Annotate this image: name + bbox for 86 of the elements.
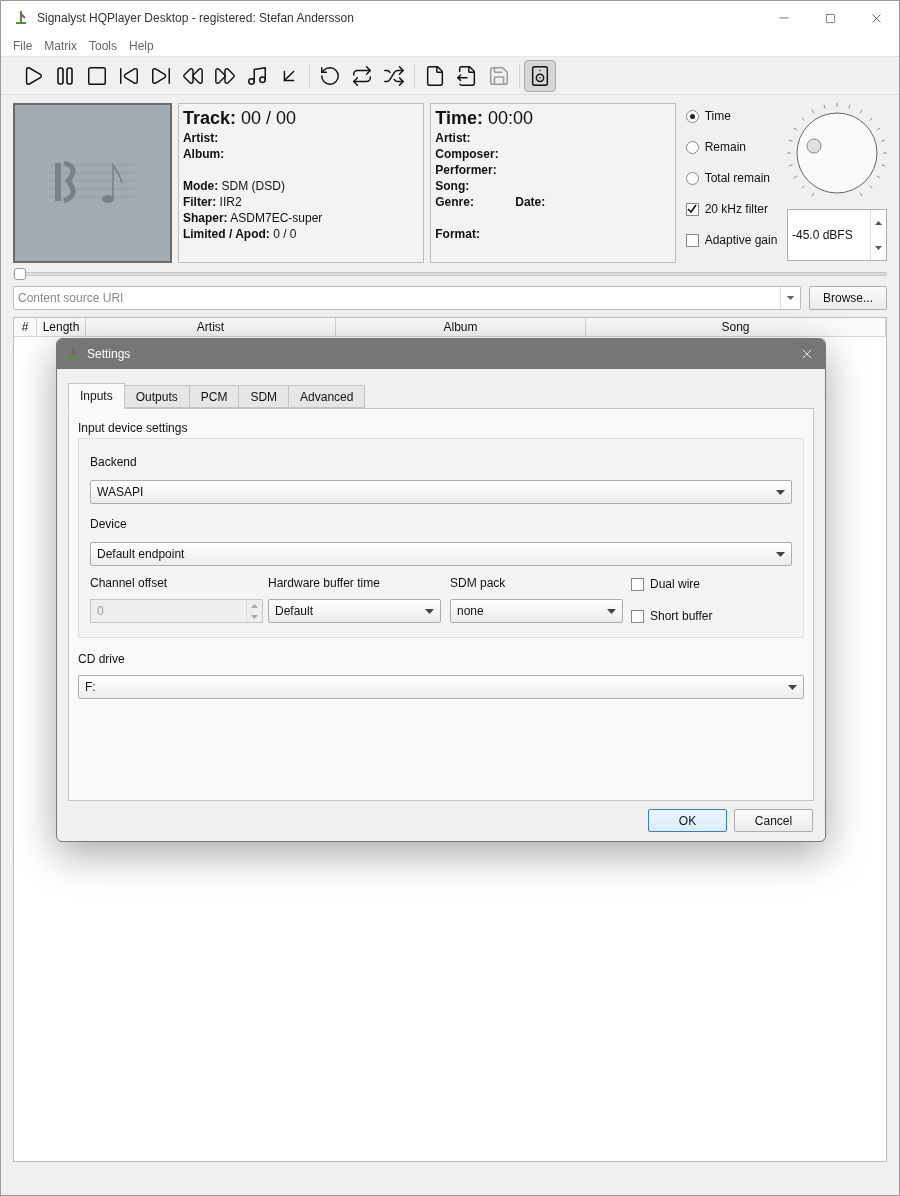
- checkbox[interactable]: [685, 233, 699, 247]
- save-icon: [488, 64, 510, 87]
- document-icon: [424, 64, 446, 87]
- checkbox-label: 20 kHz filter: [704, 201, 768, 218]
- info-label: Date:: [515, 194, 546, 210]
- column-header[interactable]: Album: [336, 318, 586, 336]
- backend-dropdown[interactable]: WASAPI: [90, 480, 792, 504]
- menu-item[interactable]: File: [13, 36, 33, 55]
- pause-icon: [54, 64, 76, 87]
- field-label: CD drive: [78, 651, 126, 668]
- tab[interactable]: Outputs: [124, 385, 190, 408]
- info-line: Song:: [435, 178, 470, 194]
- checkbox-label: Short buffer: [650, 608, 713, 625]
- info-line: Format:: [435, 226, 480, 242]
- tab[interactable]: Inputs: [68, 383, 125, 409]
- device-dropdown[interactable]: Default endpoint: [90, 542, 792, 566]
- dropdown-arrow-icon: [776, 489, 785, 495]
- checkbox-label: Dual wire: [650, 576, 700, 593]
- music-note-icon: [246, 64, 268, 87]
- app-logo-icon: [13, 10, 29, 26]
- shuffle-icon: [383, 64, 405, 87]
- info-line: Limited / Apod: 0 / 0: [182, 226, 297, 242]
- menu-item[interactable]: Matrix: [44, 36, 77, 55]
- radio-label: Remain: [704, 139, 746, 156]
- radio-button[interactable]: [685, 109, 699, 123]
- sdm-pack-dropdown[interactable]: none: [450, 599, 623, 623]
- info-line: Composer:: [435, 146, 499, 162]
- buffer-time-dropdown[interactable]: Default: [268, 599, 441, 623]
- dialog-button[interactable]: OK: [648, 809, 727, 832]
- radio-button[interactable]: [685, 171, 699, 185]
- field-label: Hardware buffer time: [268, 575, 381, 592]
- dropdown-arrow-icon: [776, 551, 785, 557]
- document-export-icon: [456, 64, 478, 87]
- panel-heading: Track: 00 / 00: [182, 107, 298, 130]
- dialog-title: Settings: [87, 346, 131, 363]
- column-header[interactable]: #: [14, 318, 37, 336]
- app-logo-icon: [65, 347, 79, 361]
- checkbox[interactable]: [631, 577, 644, 591]
- radio-label: Time: [704, 108, 731, 125]
- info-line: Genre:: [435, 194, 475, 210]
- toolbar-button[interactable]: [524, 59, 556, 92]
- dropdown-arrow-icon: [788, 684, 797, 690]
- column-header[interactable]: Song: [586, 318, 886, 336]
- info-line: Artist:: [435, 130, 471, 146]
- column-header[interactable]: Artist: [86, 318, 336, 336]
- spin-down-icon[interactable]: [875, 245, 882, 250]
- group-title: Input device settings: [78, 421, 189, 435]
- dropdown-arrow-icon: [607, 608, 616, 614]
- info-line: Mode: SDM (DSD): [182, 178, 285, 194]
- field-label: Channel offset: [90, 575, 169, 592]
- stop-icon: [86, 64, 108, 87]
- column-header[interactable]: Length: [37, 318, 86, 336]
- checkbox-label: Adaptive gain: [704, 232, 778, 249]
- maximize-icon: [824, 12, 836, 24]
- undo-icon: [319, 64, 341, 87]
- field-label: Backend: [90, 454, 138, 471]
- menu-item[interactable]: Tools: [89, 36, 118, 55]
- info-line: Performer:: [435, 162, 497, 178]
- radio-button[interactable]: [685, 140, 699, 154]
- volume-spinbox[interactable]: -45.0 dBFS: [787, 209, 887, 261]
- info-line: Album:: [182, 146, 225, 162]
- check-icon: [687, 204, 698, 214]
- tab[interactable]: PCM: [189, 385, 240, 408]
- panel-heading: Time: 00:00: [435, 107, 535, 130]
- checkbox[interactable]: [685, 202, 699, 216]
- info-line: Shaper: ASDM7EC-super: [182, 210, 323, 226]
- window-title: Signalyst HQPlayer Desktop - registered: Stefan Andersson: [37, 10, 354, 27]
- spin-up-icon[interactable]: [875, 220, 882, 225]
- browse-button[interactable]: Browse...: [809, 286, 887, 310]
- cd-drive-dropdown[interactable]: F:: [78, 675, 804, 699]
- menu-item[interactable]: Help: [129, 36, 154, 55]
- slider-handle[interactable]: [14, 268, 26, 280]
- repeat-icon: [351, 64, 373, 87]
- dropdown-arrow-icon: [425, 608, 434, 614]
- tab[interactable]: Advanced: [289, 385, 366, 408]
- source-uri-field[interactable]: Content source URI: [13, 286, 801, 310]
- tab[interactable]: SDM: [239, 385, 290, 408]
- clef-note-icon: [50, 161, 135, 205]
- info-line: Filter: IIR2: [182, 194, 242, 210]
- checkbox[interactable]: [631, 609, 644, 623]
- info-line: Artist:: [182, 130, 219, 146]
- radio-label: Total remain: [704, 170, 771, 187]
- speaker-icon: [529, 64, 551, 87]
- field-label: SDM pack: [450, 575, 507, 592]
- dialog-button[interactable]: Cancel: [734, 809, 813, 832]
- field-label: Device: [90, 516, 128, 533]
